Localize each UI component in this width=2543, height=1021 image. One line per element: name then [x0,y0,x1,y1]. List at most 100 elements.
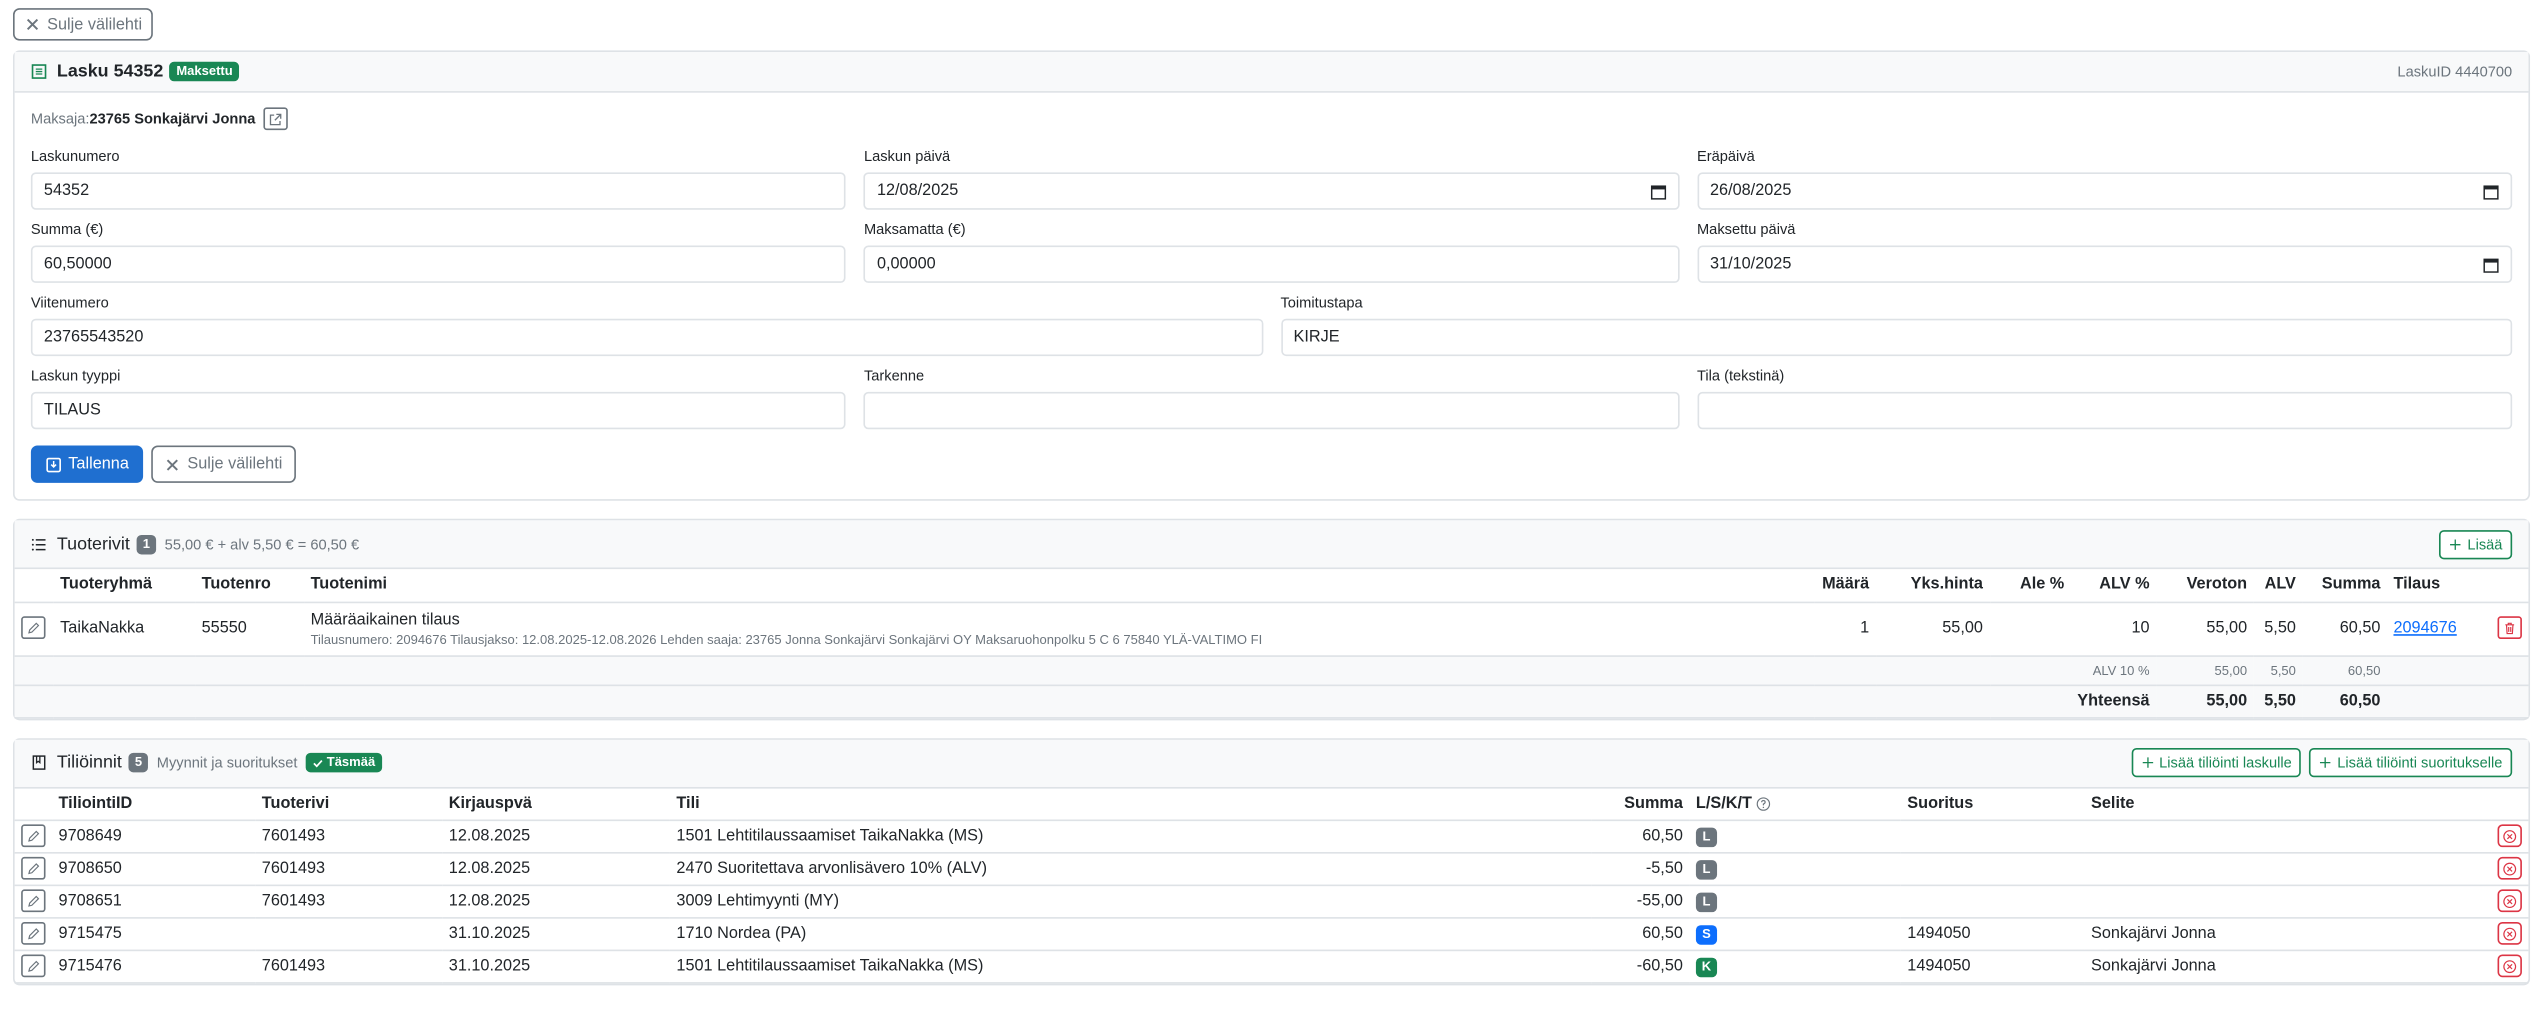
laskun-tyyppi-input[interactable]: TILAUS [30,391,847,430]
posting-description: Sonkajärvi Jonna [2084,917,2492,952]
form-actions: Tallenna Sulje välilehti [30,445,2512,483]
col-tilaus[interactable]: Tilaus [2386,569,2492,603]
posting-description [2084,852,2492,887]
col-yks-hinta[interactable]: Yks.hinta [1875,569,1990,603]
viitenumero-label: Viitenumero [30,294,109,311]
edit-posting-button[interactable] [21,922,46,946]
col-selite[interactable]: Selite [2084,787,2492,822]
add-product-row-button[interactable]: Lisää [2439,529,2513,559]
col-maara[interactable]: Määrä [1813,569,1876,603]
laskun-tyyppi-value: TILAUS [43,401,101,420]
col-alv[interactable]: ALV [2253,569,2303,603]
viitenumero-input[interactable]: 23765543520 [30,318,1263,357]
col-ale[interactable]: Ale % [1989,569,2071,603]
laskunumero-input[interactable]: 54352 [30,172,847,210]
open-payer-button[interactable] [263,107,288,131]
edit-row-button[interactable] [21,616,46,640]
remove-posting-button[interactable] [2497,922,2522,946]
remove-posting-button[interactable] [2497,889,2522,913]
calendar-icon[interactable] [1650,183,1666,199]
col-lskt[interactable]: L/S/K/T [1689,787,1901,822]
edit-posting-button[interactable] [21,857,46,881]
tarkenne-input[interactable] [863,391,1680,430]
postings-count: 5 [128,752,149,773]
laskun-tyyppi-label: Laskun tyyppi [30,367,121,384]
field-tarkenne: Tarkenne [863,367,1680,430]
maksettu-paiva-label: Maksettu päivä [1696,221,1796,238]
col-tuotenimi[interactable]: Tuotenimi [304,569,1814,603]
posting-account: 3009 Lehtimyynti (MY) [669,885,1592,919]
col-posting-summa[interactable]: Summa [1591,787,1690,822]
product-name: Määräaikainen tilaus [310,610,460,629]
viitenumero-value: 23765543520 [43,328,144,347]
status-badge: Maksettu [169,61,240,82]
field-summa: Summa (€) 60,50000 [30,221,847,283]
edit-posting-button[interactable] [21,889,46,913]
posting-payment [1900,885,2085,919]
erapaiva-input[interactable]: 26/08/2025 [1696,172,2513,210]
maksamatta-input[interactable]: 0,00000 [863,245,1680,283]
maksettu-paiva-input[interactable]: 31/10/2025 [1696,245,2513,283]
x-icon [26,18,39,30]
external-link-icon [269,112,282,125]
remove-posting-button[interactable] [2497,824,2522,848]
close-tab-label: Sulje välilehti [187,455,283,474]
remove-posting-button[interactable] [2497,857,2522,881]
add-payment-posting-button[interactable]: Lisää tiliöinti suoritukselle [2309,747,2513,778]
col-alv-pct[interactable]: ALV % [2070,569,2157,603]
remove-posting-button[interactable] [2497,954,2522,978]
save-button[interactable]: Tallenna [30,445,144,483]
trash-icon [2505,622,2515,634]
vat-summary-row: ALV 10 % 55,00 5,50 60,50 [14,655,2529,686]
toimitustapa-input[interactable]: KIRJE [1280,318,2513,357]
match-badge: Täsmää [305,752,382,773]
close-tab-button-top[interactable]: Sulje välilehti [13,8,154,41]
posting-date: 31.10.2025 [442,950,670,984]
delete-row-button[interactable] [2497,616,2522,640]
order-link[interactable]: 2094676 [2393,620,2456,638]
table-row: 9708651 7601493 12.08.2025 3009 Lehtimyynti… [14,885,2529,919]
col-suoritus[interactable]: Suoritus [1900,787,2085,822]
receipt-icon [31,64,47,79]
x-circle-icon [2503,862,2517,876]
product-rows-header-row: Tuoteryhmä Tuotenro Tuotenimi Määrä Yks.… [14,569,2529,603]
edit-posting-button[interactable] [21,824,46,848]
posting-id: 9708651 [52,885,256,919]
postings-table: TiliointiID Tuoterivi Kirjauspvä Tili Su… [14,787,2529,984]
summa-value: 60,50000 [43,255,112,274]
posting-product-row [255,917,443,952]
col-tili[interactable]: Tili [669,787,1592,822]
col-tuoteryhma[interactable]: Tuoteryhmä [53,569,196,603]
laskun-paiva-input[interactable]: 12/08/2025 [863,172,1680,210]
add-invoice-posting-label: Lisää tiliöinti laskulle [2159,754,2292,771]
posting-payment: 1494050 [1900,917,2085,952]
total-sum: 60,50 [2302,684,2387,718]
col-tuoterivi[interactable]: Tuoterivi [255,787,443,822]
col-veroton[interactable]: Veroton [2156,569,2254,603]
posting-account: 1501 Lehtitilaussaamiset TaikaNakka (MS) [669,950,1592,984]
summa-input[interactable]: 60,50000 [30,245,847,283]
table-row: 9715476 7601493 31.10.2025 1501 Lehtitilaus… [14,950,2529,984]
vat-summary-sum: 60,50 [2302,655,2387,686]
edit-posting-button[interactable] [21,954,46,978]
calendar-icon[interactable] [2483,256,2499,272]
question-circle-icon[interactable] [1756,796,1771,811]
close-tab-button[interactable]: Sulje välilehti [151,445,296,483]
posting-date: 12.08.2025 [442,852,670,887]
table-row: 9708650 7601493 12.08.2025 2470 Suoritettav… [14,852,2529,887]
calendar-icon[interactable] [2483,183,2499,199]
payer-value: 23765 Sonkajärvi Jonna [89,110,256,127]
match-badge-label: Täsmää [326,754,376,770]
product-unit-price: 55,00 [1875,601,1990,657]
x-icon [167,458,179,470]
col-tiliointi-id[interactable]: TiliointiID [52,787,256,822]
col-tuotenro[interactable]: Tuotenro [195,569,305,603]
add-invoice-posting-button[interactable]: Lisää tiliöinti laskulle [2131,747,2302,778]
field-viitenumero: Viitenumero 23765543520 [30,294,1263,357]
field-erapaiva: Eräpäivä 26/08/2025 [1696,148,2513,210]
col-kirjauspva[interactable]: Kirjauspvä [442,787,670,822]
product-rows-title: Tuoterivit [56,534,130,554]
tila-input[interactable] [1696,391,2513,430]
posting-id: 9715476 [52,950,256,984]
col-summa[interactable]: Summa [2302,569,2387,603]
